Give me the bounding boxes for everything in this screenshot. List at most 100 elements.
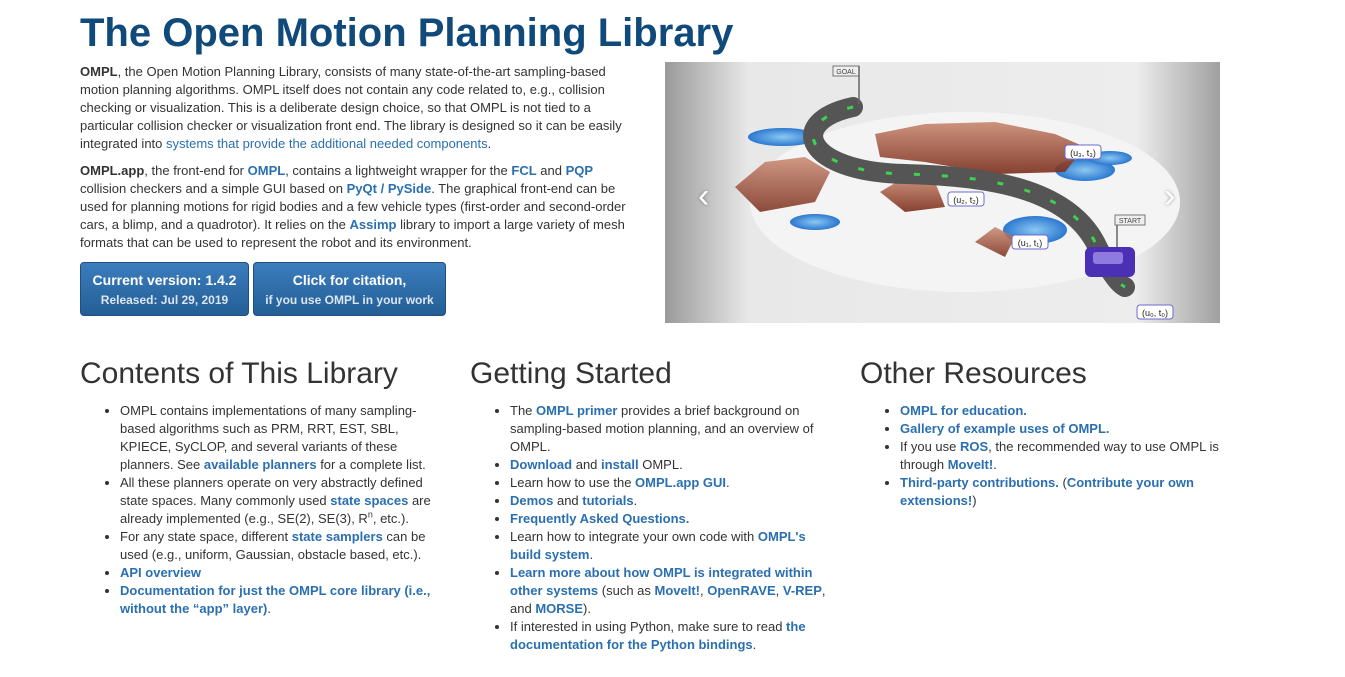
ompl-primer-link[interactable]: OMPL primer: [536, 403, 617, 418]
getting-started-heading: Getting Started: [470, 357, 672, 390]
list-item: For any state space, different state sam…: [120, 528, 450, 564]
contents-list: OMPL contains implementations of many sa…: [80, 402, 450, 618]
carousel-next-icon[interactable]: ›: [1164, 179, 1175, 213]
text: Learn how to use the: [510, 475, 636, 490]
list-item: Demos and tutorials.: [510, 492, 840, 510]
state-samplers-link[interactable]: state samplers: [292, 529, 383, 544]
getting-started-list: The OMPL primer provides a brief backgro…: [470, 402, 840, 654]
text: OMPL.: [638, 457, 683, 472]
text: .: [752, 637, 757, 652]
assimp-link[interactable]: Assimp: [350, 217, 397, 232]
openrave-link[interactable]: OpenRAVE: [707, 583, 775, 598]
text: For any state space, different: [120, 529, 292, 544]
gallery-link[interactable]: Gallery of example uses of OMPL.: [900, 421, 1110, 436]
citation-button[interactable]: Click for citation, if you use OMPL in y…: [253, 262, 446, 316]
intro-paragraph: OMPL, the Open Motion Planning Library, …: [80, 63, 640, 153]
list-item: Documentation for just the OMPL core lib…: [120, 582, 450, 618]
vrep-link[interactable]: V-REP: [783, 583, 822, 598]
text: If you use: [900, 439, 960, 454]
list-item: All these planners operate on very abstr…: [120, 474, 450, 528]
text: , the front-end for: [144, 163, 248, 178]
text: and: [536, 163, 566, 178]
demos-link[interactable]: Demos: [510, 493, 553, 508]
text: (: [1058, 475, 1067, 490]
citation-sub: if you use OMPL in your work: [265, 293, 434, 307]
carousel-prev-icon[interactable]: ‹: [698, 179, 709, 213]
text: and: [553, 493, 583, 508]
list-item: If you use ROS, the recommended way to u…: [900, 438, 1230, 474]
control-label: (u₃, t₃): [1070, 148, 1096, 158]
faq-link[interactable]: Frequently Asked Questions.: [510, 511, 689, 526]
motion-planning-illustration: GOAL START (u₃, t₃) (u₂, t₂) (u₁, t₁) (u…: [665, 62, 1220, 323]
available-planners-link[interactable]: available planners: [204, 457, 317, 472]
text: The: [510, 403, 537, 418]
api-overview-link[interactable]: API overview: [120, 565, 201, 580]
text: collision checkers and a simple GUI base…: [80, 181, 347, 196]
page-title: The Open Motion Planning Library: [80, 11, 734, 55]
text: Learn how to integrate your own code wit…: [510, 529, 758, 544]
text: ).: [582, 601, 591, 616]
text: , etc.).: [372, 511, 409, 526]
systems-link[interactable]: systems that provide the additional need…: [166, 136, 488, 151]
morse-link[interactable]: MORSE: [535, 601, 583, 616]
install-link[interactable]: install: [601, 457, 639, 472]
fcl-link[interactable]: FCL: [511, 163, 536, 178]
current-version-button[interactable]: Current version: 1.4.2 Released: Jul 29,…: [80, 262, 249, 316]
control-label: (u₁, t₁): [1018, 238, 1043, 248]
contents-section: Contents of This Library OMPL contains i…: [80, 356, 450, 618]
moveit-link[interactable]: MoveIt!: [948, 457, 994, 472]
other-resources-section: Other Resources OMPL for education. Gall…: [860, 356, 1230, 510]
getting-started-section: Getting Started The OMPL primer provides…: [470, 356, 840, 654]
third-party-link[interactable]: Third-party contributions.: [900, 475, 1059, 490]
list-item: Third-party contributions. (Contribute y…: [900, 474, 1230, 510]
text: .: [993, 457, 997, 472]
text: .: [633, 493, 638, 508]
control-label: (u₂, t₂): [953, 195, 979, 205]
tutorials-link[interactable]: tutorials: [582, 493, 633, 508]
core-docs-link[interactable]: Documentation for just the OMPL core lib…: [120, 583, 430, 616]
state-spaces-link[interactable]: state spaces: [330, 493, 408, 508]
text: .: [267, 601, 271, 616]
list-item: Gallery of example uses of OMPL.: [900, 420, 1230, 438]
ompl-app-paragraph: OMPL.app, the front-end for OMPL, contai…: [80, 162, 640, 252]
control-label: (u₀, t₀): [1142, 308, 1168, 318]
moveit-link[interactable]: MoveIt!: [655, 583, 701, 598]
list-item: API overview: [120, 564, 450, 582]
list-item: Learn how to integrate your own code wit…: [510, 528, 840, 564]
citation-label: Click for citation,: [292, 272, 407, 288]
download-link[interactable]: Download: [510, 457, 572, 472]
intro-lead: OMPL: [80, 64, 118, 79]
start-label: START: [1119, 218, 1142, 225]
text: , contains a lightweight wrapper for the: [285, 163, 512, 178]
list-item: Frequently Asked Questions.: [510, 510, 840, 528]
list-item: Learn how to use the OMPL.app GUI.: [510, 474, 840, 492]
education-link[interactable]: OMPL for education.: [900, 403, 1027, 418]
list-item: The OMPL primer provides a brief backgro…: [510, 402, 840, 456]
pqp-link[interactable]: PQP: [566, 163, 593, 178]
other-resources-heading: Other Resources: [860, 357, 1087, 390]
text: .: [726, 475, 730, 490]
list-item: If interested in using Python, make sure…: [510, 618, 840, 654]
contents-heading: Contents of This Library: [80, 357, 398, 390]
intro-end: .: [487, 136, 492, 151]
list-item: OMPL for education.: [900, 402, 1230, 420]
list-item: Learn more about how OMPL is integrated …: [510, 564, 840, 618]
ompl-app-gui-link[interactable]: OMPL.app GUI: [635, 475, 726, 490]
text: (such as: [598, 583, 655, 598]
text: for a complete list.: [316, 457, 426, 472]
carousel: GOAL START (u₃, t₃) (u₂, t₂) (u₁, t₁) (u…: [665, 62, 1220, 323]
other-resources-list: OMPL for education. Gallery of example u…: [860, 402, 1230, 510]
text: If interested in using Python, make sure…: [510, 619, 787, 634]
ompl-app-lead: OMPL.app: [80, 163, 145, 178]
text: ,: [775, 583, 783, 598]
pyqt-pyside-link[interactable]: PyQt / PySide: [347, 181, 432, 196]
release-date: Released: Jul 29, 2019: [100, 293, 229, 307]
goal-label: GOAL: [836, 69, 856, 76]
ompl-link[interactable]: OMPL: [248, 163, 286, 178]
list-item: Download and install OMPL.: [510, 456, 840, 474]
text: ): [972, 493, 977, 508]
ros-link[interactable]: ROS: [960, 439, 988, 454]
text: .: [589, 547, 594, 562]
text: and: [572, 457, 602, 472]
list-item: OMPL contains implementations of many sa…: [120, 402, 450, 474]
